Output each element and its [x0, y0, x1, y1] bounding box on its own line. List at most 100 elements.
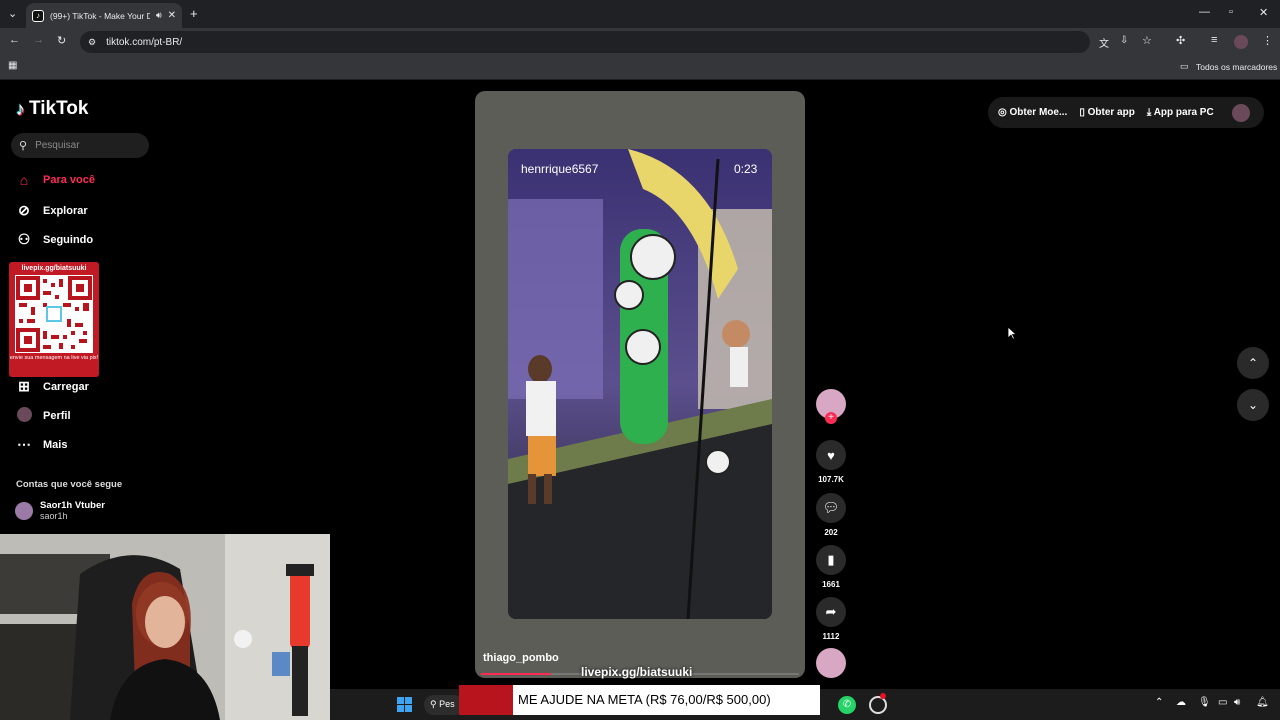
save-action[interactable]: ▮ 1661 — [815, 545, 847, 589]
pc-app-label: App para PC — [1153, 107, 1214, 118]
display-icon[interactable]: ▭ — [1218, 697, 1227, 708]
avatar — [15, 502, 33, 520]
bookmark-icon[interactable]: ▮ — [816, 545, 846, 575]
sidebar-item-para-voce[interactable]: ⌂ Para você — [15, 172, 95, 188]
tiktok-favicon-icon: ♪ — [32, 9, 44, 22]
speaker-icon[interactable]: 🔊︎ — [156, 10, 162, 21]
tab-search-icon[interactable]: ⌄ — [8, 7, 17, 20]
close-tab-icon[interactable]: ✕ — [168, 10, 176, 21]
goal-progress-fill — [459, 685, 513, 715]
upload-icon: ⊞ — [18, 378, 30, 394]
followed-account[interactable]: Saor1h Vtuber saor1h — [15, 500, 105, 522]
sidebar-item-label: Seguindo — [43, 233, 94, 246]
home-icon: ⌂ — [19, 172, 29, 188]
share-icon[interactable]: ➦ — [816, 597, 846, 627]
tab-title: (99+) TikTok - Make Your Da — [50, 10, 150, 21]
download-icon: ⤓ — [1146, 107, 1152, 118]
back-icon[interactable]: ← — [9, 34, 20, 46]
reload-icon[interactable]: ↻ — [57, 34, 66, 47]
account-name: Saor1h Vtuber — [40, 500, 105, 511]
extensions-icon[interactable]: ✣ — [1176, 34, 1185, 47]
pc-app-button[interactable]: ⤓ App para PC — [1147, 107, 1214, 118]
menu-icon[interactable]: ⋮ — [1262, 34, 1273, 47]
sidebar-item-seguindo[interactable]: ⚇ Seguindo — [15, 231, 93, 248]
donation-goal-bar: ME AJUDE NA META (R$ 76,00/R$ 500,00) — [459, 685, 820, 715]
browser-tab-bar: ⌄ ♪ (99+) TikTok - Make Your Da 🔊︎ ✕ + —… — [0, 0, 1280, 28]
inner-time: 0:23 — [734, 162, 758, 176]
apps-grid-icon[interactable]: ▦ — [8, 60, 17, 71]
forward-icon[interactable]: → — [33, 34, 44, 46]
comment-action[interactable]: 💬︎ 202 — [815, 493, 847, 537]
sidebar-item-carregar[interactable]: ⊞ Carregar — [15, 378, 89, 395]
video-author[interactable]: thiago_pombo — [483, 652, 559, 664]
search-icon: ⚲ — [19, 140, 28, 152]
maximize-icon[interactable]: ▫ — [1229, 6, 1233, 18]
whatsapp-icon[interactable]: ✆ — [838, 696, 856, 714]
minimize-icon[interactable]: — — [1199, 6, 1210, 18]
windows-start-icon[interactable] — [397, 697, 412, 712]
tiktok-note-icon: ♪ — [16, 98, 25, 119]
site-info-icon[interactable]: ⚙ — [88, 37, 96, 48]
sidebar-item-explorar[interactable]: ⊘ Explorar — [15, 202, 88, 219]
sidebar-item-label: Perfil — [43, 410, 71, 422]
all-bookmarks-label[interactable]: Todos os marcadores — [1196, 62, 1277, 72]
sidebar-item-label: Mais — [43, 438, 68, 451]
more-icon: ⋯ — [17, 436, 31, 452]
folder-icon: ▭ — [1180, 61, 1189, 71]
like-count: 107.7K — [818, 475, 844, 484]
sound-disc-action[interactable] — [815, 648, 847, 678]
author-avatar-action[interactable]: + — [815, 389, 847, 424]
goal-text: ME AJUDE NA META (R$ 76,00/R$ 500,00) — [518, 692, 771, 707]
media-icon[interactable]: ≡ — [1211, 34, 1217, 46]
following-icon: ⚇ — [17, 231, 31, 247]
share-action[interactable]: ➦ 1112 — [815, 597, 847, 641]
profile-avatar[interactable] — [1231, 103, 1250, 122]
profile-icon — [15, 407, 33, 425]
music-disc-icon[interactable] — [816, 648, 846, 678]
tiktok-logo[interactable]: ♪ TikTok — [16, 98, 88, 120]
inner-username: henrrique6567 — [521, 162, 599, 176]
profile-avatar[interactable] — [1234, 35, 1248, 49]
sidebar-item-label: Explorar — [43, 204, 88, 217]
heart-icon[interactable]: ♥ — [816, 440, 846, 470]
next-video-button[interactable]: ⌄ — [1237, 389, 1269, 421]
browser-tab[interactable]: ♪ (99+) TikTok - Make Your Da 🔊︎ ✕ — [26, 3, 182, 28]
translate-icon[interactable]: 文 — [1099, 35, 1109, 50]
sidebar-item-perfil[interactable]: Perfil — [15, 407, 71, 425]
search-placeholder: Pesquisar — [35, 140, 80, 151]
coin-icon: ◎ — [998, 107, 1007, 118]
comment-count: 202 — [824, 528, 838, 537]
microphone-icon[interactable]: 🎙︎ — [1198, 697, 1211, 708]
follow-plus-icon[interactable]: + — [825, 412, 837, 424]
bookmark-star-icon[interactable]: ☆ — [1142, 34, 1152, 47]
omnibox[interactable]: ⚙ tiktok.com/pt-BR/ — [80, 31, 1090, 53]
install-icon[interactable]: ⇩ — [1120, 35, 1128, 46]
taskbar-search[interactable]: ⚲ Pes — [424, 695, 464, 715]
get-coins-button[interactable]: ◎ Obter Moe... — [998, 107, 1067, 118]
top-header: ◎ Obter Moe... ▯ Obter app ⤓ App para PC — [988, 97, 1264, 128]
qr-code — [15, 275, 93, 353]
previous-video-button[interactable]: ⌃ — [1237, 347, 1269, 379]
volume-icon[interactable]: 🔊︎ — [1234, 697, 1240, 708]
video-frame-image — [508, 149, 772, 619]
sidebar-item-mais[interactable]: ⋯ Mais — [15, 436, 67, 453]
bell-icon[interactable]: 🔔︎ — [1256, 697, 1269, 708]
streamer-webcam — [0, 534, 330, 720]
search-input[interactable]: ⚲ Pesquisar — [11, 133, 149, 158]
window-close-icon[interactable]: ✕ — [1259, 6, 1268, 19]
tray-chevron-icon[interactable]: ⌃ — [1155, 697, 1163, 708]
like-action[interactable]: ♥ 107.7K — [815, 440, 847, 484]
progress-fill — [481, 673, 551, 675]
video-content: henrrique6567 0:23 — [508, 149, 772, 619]
get-app-button[interactable]: ▯ Obter app — [1079, 107, 1135, 118]
webcam-image — [0, 534, 330, 720]
cloud-icon[interactable]: ☁ — [1176, 697, 1186, 708]
address-bar-row: ← → ↻ ⚙ tiktok.com/pt-BR/ 文 ⇩ ☆ ✣ ≡ ⋮ — [0, 28, 1280, 56]
comment-icon[interactable]: 💬︎ — [816, 493, 846, 523]
livepix-overlay-text: livepix.gg/biatsuuki — [581, 665, 693, 679]
video-player[interactable]: henrrique6567 0:23 thiago_pombo — [475, 91, 805, 678]
get-coins-label: Obter Moe... — [1009, 107, 1068, 118]
new-tab-icon[interactable]: + — [190, 6, 198, 21]
compass-icon: ⊘ — [18, 202, 30, 218]
phone-icon: ▯ — [1079, 107, 1085, 118]
